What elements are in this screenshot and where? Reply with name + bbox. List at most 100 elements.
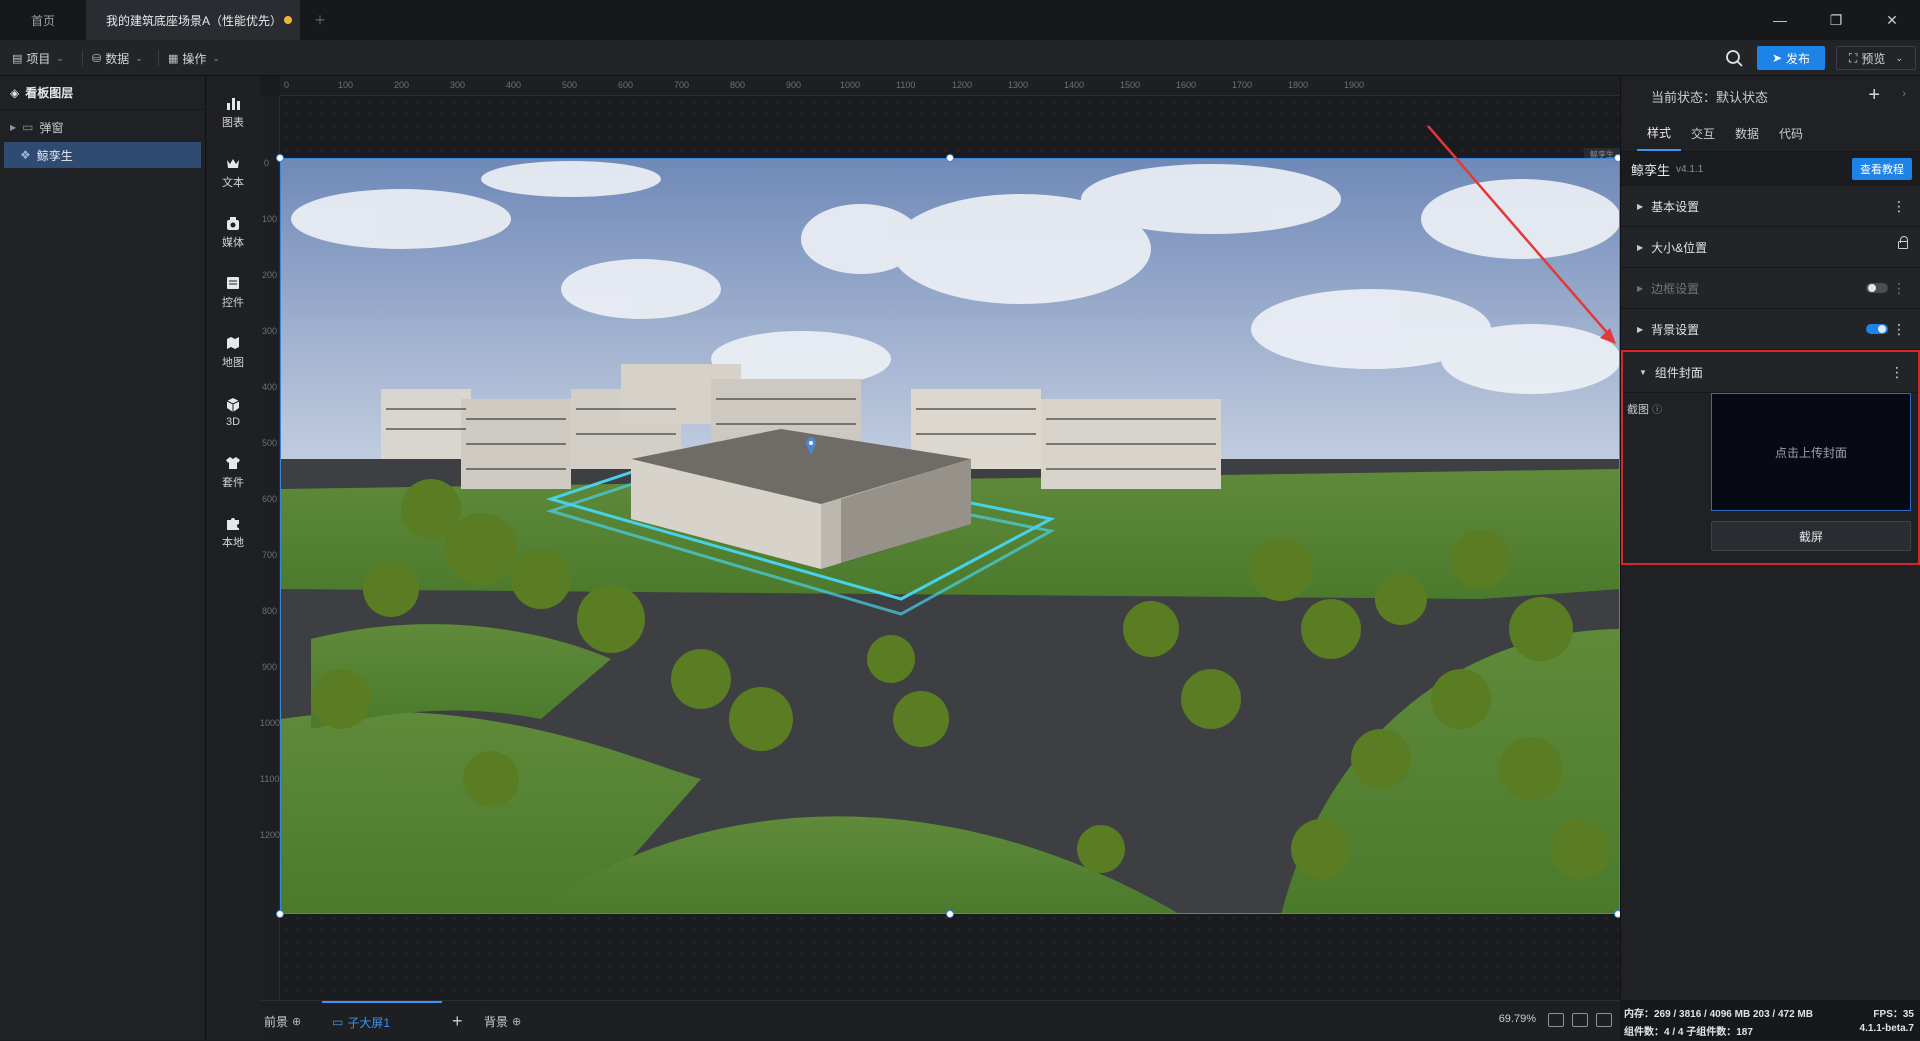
tab-bar: 首页 我的建筑底座场景A（性能优先） + — ❐ ✕ — [0, 0, 1920, 40]
layer-item-label: 弹窗 — [39, 120, 64, 135]
close-icon[interactable]: ✕ — [1864, 0, 1920, 40]
section-basic-settings[interactable]: ▶ 基本设置 ⋮ — [1621, 186, 1920, 227]
preview-button[interactable]: ⛶ 预览 ⌄ — [1836, 46, 1916, 70]
component-version: v4.1.1 — [1676, 163, 1704, 175]
tab-sub-screen[interactable]: ▭ 子大屏1 — [322, 1001, 442, 1041]
section-size-position[interactable]: ▶ 大小&位置 — [1621, 227, 1920, 268]
cover-body: 截图 ⓘ 点击上传封面 截屏 — [1623, 393, 1918, 563]
section-component-cover-header[interactable]: ▼ 组件封面 ⋮ — [1623, 352, 1918, 393]
strip-label: 文本 — [222, 176, 244, 189]
tab-scene-label: 我的建筑底座场景A（性能优先） — [106, 13, 283, 28]
section-label: 边框设置 — [1651, 281, 1700, 296]
component-count: 组件数：4 / 4 子组件数：187 — [1624, 1027, 1753, 1038]
help-icon[interactable]: ⓘ — [1652, 405, 1662, 416]
screen-icon: ▭ — [332, 1015, 344, 1029]
property-panel: 当前状态：默认状态 + › 样式 交互 数据 代码 鲸孪生 v4.1.1 查看教… — [1620, 76, 1920, 1000]
project-menu-label: 项目 — [26, 51, 51, 66]
background-toggle[interactable] — [1866, 324, 1888, 334]
cover-upload-area[interactable]: 点击上传封面 — [1711, 393, 1911, 511]
fps-status: FPS：35 — [1873, 1009, 1914, 1020]
keyboard-icon[interactable] — [1572, 1013, 1588, 1027]
status-bar: 内存：269 / 3816 / 4096 MB 203 / 472 MB FPS… — [1620, 1000, 1920, 1040]
canvas[interactable]: 0 100 200 300 400 500 600 700 800 900 10… — [260, 76, 1620, 1000]
caret-right-icon: ▶ — [1637, 242, 1644, 252]
upload-hint: 点击上传封面 — [1774, 445, 1847, 460]
current-state[interactable]: 当前状态：默认状态 — [1651, 87, 1768, 106]
strip-3d[interactable]: 3D — [206, 382, 260, 442]
strip-suite[interactable]: 套件 — [206, 442, 260, 502]
tab-data[interactable]: 数据 — [1725, 116, 1769, 151]
tab-scene[interactable]: 我的建筑底座场景A（性能优先） — [86, 0, 300, 40]
suite-icon — [226, 456, 240, 469]
project-menu[interactable]: ▤ 项目 ⌄ — [12, 40, 64, 76]
background-label: 背景 — [484, 1014, 509, 1029]
publish-button[interactable]: ➤ 发布 — [1757, 46, 1825, 70]
folder-icon: ▭ — [22, 120, 34, 134]
tab-home[interactable]: 首页 — [0, 0, 86, 40]
section-label: 组件封面 — [1654, 365, 1703, 380]
more-vertical-icon[interactable]: ⋮ — [1892, 198, 1906, 215]
add-tab-button[interactable]: + — [300, 0, 340, 40]
section-component-cover: ▼ 组件封面 ⋮ 截图 ⓘ 点击上传封面 截屏 — [1621, 350, 1920, 565]
tab-foreground[interactable]: 前景 ⊕ — [264, 1001, 301, 1041]
strip-label: 本地 — [222, 536, 244, 549]
tutorial-button[interactable]: 查看教程 — [1852, 158, 1912, 180]
layer-item-twin[interactable]: ❖ 鲸孪生 — [4, 142, 201, 168]
strip-label: 图表 — [222, 116, 244, 129]
strip-label: 套件 — [222, 476, 244, 489]
minimize-icon[interactable]: — — [1752, 0, 1808, 40]
chevron-down-icon: ⌄ — [135, 52, 143, 63]
caret-right-icon: ▶ — [10, 122, 17, 132]
tab-interaction[interactable]: 交互 — [1681, 116, 1725, 151]
more-vertical-icon[interactable]: ⋮ — [1892, 280, 1906, 297]
tab-background[interactable]: 背景 ⊕ — [484, 1001, 521, 1041]
chevron-down-icon: ⌄ — [212, 52, 220, 63]
strip-chart[interactable]: 图表 — [206, 82, 260, 142]
strip-text[interactable]: 文本 — [206, 142, 260, 202]
twin-component-icon: ❖ — [20, 148, 31, 162]
restore-icon[interactable]: ❐ — [1808, 0, 1864, 40]
control-icon — [227, 276, 239, 289]
divider — [82, 50, 83, 66]
map-icon — [227, 336, 239, 349]
section-border-settings[interactable]: ▶ 边框设置 ⋮ — [1621, 268, 1920, 309]
tab-style[interactable]: 样式 — [1637, 116, 1682, 151]
send-icon: ➤ — [1771, 51, 1783, 65]
search-button[interactable] — [1722, 46, 1746, 70]
strip-local[interactable]: 本地 — [206, 502, 260, 562]
layer-panel: ◈ 看板图层 ▶ ▭ 弹窗 ❖ 鲸孪生 — [0, 76, 206, 1040]
screenshot-label: 截图 ⓘ — [1627, 401, 1662, 417]
fit-screen-icon[interactable] — [1548, 1013, 1564, 1027]
screen-layer-bar: 前景 ⊕ ▭ 子大屏1 + 背景 ⊕ 69.79% — [260, 1000, 1620, 1040]
terminal-icon[interactable] — [1596, 1013, 1612, 1027]
fullscreen-icon: ⛶ — [1849, 50, 1858, 65]
add-screen-button[interactable]: + — [452, 1001, 463, 1041]
lock-icon[interactable] — [1898, 236, 1908, 249]
chevron-right-icon[interactable]: › — [1902, 88, 1906, 100]
operation-menu[interactable]: ▦ 操作 ⌄ — [168, 40, 220, 76]
section-label: 大小&位置 — [1651, 240, 1708, 255]
preview-label: 预览 — [1861, 51, 1886, 66]
more-vertical-icon[interactable]: ⋮ — [1890, 364, 1904, 381]
section-background-settings[interactable]: ▶ 背景设置 ⋮ — [1621, 309, 1920, 350]
add-state-icon[interactable]: + — [1868, 84, 1880, 107]
strip-media[interactable]: 媒体 — [206, 202, 260, 262]
tab-home-label: 首页 — [30, 13, 55, 28]
annotation-arrow — [1427, 125, 1616, 344]
strip-control[interactable]: 控件 — [206, 262, 260, 322]
layer-item-popup[interactable]: ▶ ▭ 弹窗 — [0, 114, 205, 140]
tab-code[interactable]: 代码 — [1769, 116, 1813, 151]
layer-panel-title: 看板图层 — [25, 86, 74, 100]
section-label: 背景设置 — [1651, 322, 1700, 337]
app-version: 4.1.1-beta.7 — [1859, 1023, 1914, 1034]
strip-map[interactable]: 地图 — [206, 322, 260, 382]
more-vertical-icon[interactable]: ⋮ — [1892, 321, 1906, 338]
data-menu[interactable]: ⛁ 数据 ⌄ — [92, 40, 143, 76]
media-icon — [227, 216, 239, 230]
capture-button[interactable]: 截屏 — [1711, 521, 1911, 551]
sub-screen-label: 子大屏1 — [347, 1015, 391, 1030]
border-toggle[interactable] — [1866, 283, 1888, 293]
add-circle-icon[interactable]: ⊕ — [512, 1015, 521, 1028]
add-circle-icon[interactable]: ⊕ — [292, 1015, 301, 1028]
zoom-level[interactable]: 69.79% — [1499, 1013, 1536, 1025]
